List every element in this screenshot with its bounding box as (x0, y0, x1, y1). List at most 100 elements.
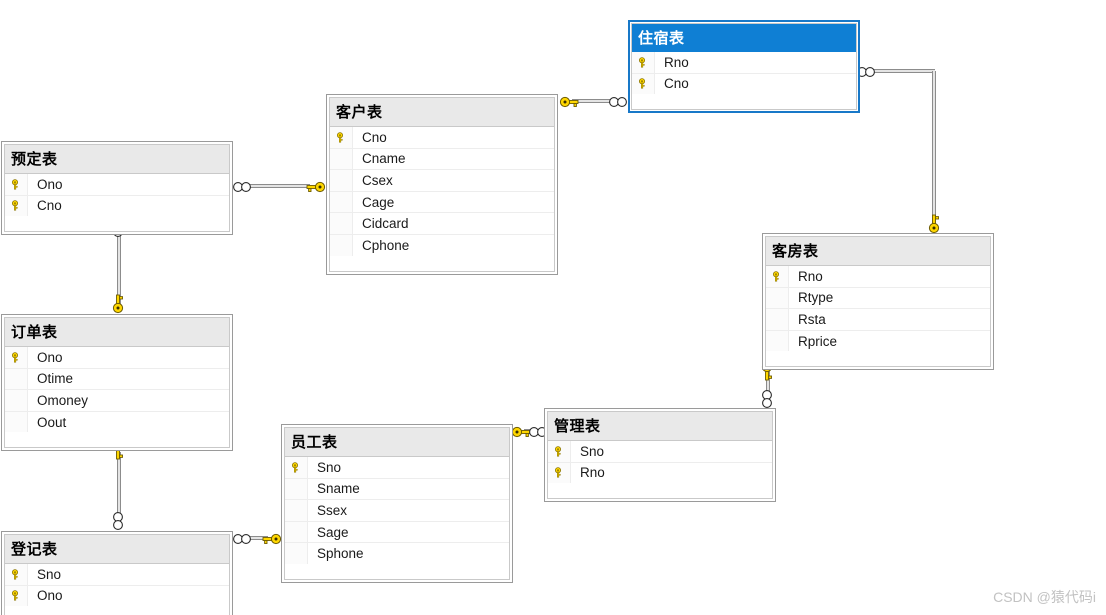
column-name: Sname (317, 481, 360, 497)
column-name: Rsta (798, 311, 826, 327)
table-row[interactable]: Rno (632, 52, 856, 74)
table-row[interactable]: Omoney (5, 390, 229, 412)
table-title[interactable]: 订单表 (5, 318, 229, 347)
table-title[interactable]: 住宿表 (632, 24, 856, 52)
table-row[interactable]: Cage (330, 191, 554, 214)
row-key-cell (548, 462, 571, 484)
column-name: Ono (37, 349, 63, 365)
table-row[interactable]: Rtype (766, 287, 990, 310)
row-key-cell (5, 347, 28, 368)
column-name: Rno (798, 268, 823, 284)
table-inner: 员工表 Sno Sname Ssex Sage Sphone (284, 427, 510, 580)
column-name: Otime (37, 371, 74, 387)
relationship-many-endpoint (113, 512, 123, 530)
row-key-cell (5, 411, 28, 433)
entity-table-kefang[interactable]: 客房表 Rno Rtype Rsta Rprice (762, 233, 994, 371)
primary-key-icon (11, 568, 18, 580)
column-name: Cphone (362, 237, 410, 253)
entity-table-dengji[interactable]: 登记表 Sno Ono (1, 531, 233, 615)
row-key-cell (766, 266, 789, 287)
primary-key-icon (638, 56, 645, 68)
row-key-cell (5, 368, 28, 390)
relationship-key-endpoint (928, 214, 940, 234)
row-key-cell (548, 441, 571, 462)
table-title[interactable]: 客房表 (766, 237, 990, 266)
column-name: Rprice (798, 333, 838, 349)
table-row[interactable]: Sno (5, 564, 229, 586)
table-columns: Rno Cno (632, 52, 856, 95)
diagram-canvas[interactable]: 住宿表 Rno Cno 客户表 Cno Cname Csex Cage Cidcard Cphon… (0, 0, 1106, 615)
table-columns: Cno Cname Csex Cage Cidcard Cphone (330, 127, 554, 256)
table-row[interactable]: Csex (330, 170, 554, 192)
table-row[interactable]: Sno (548, 441, 772, 463)
table-row[interactable]: Rprice (766, 330, 990, 352)
table-row[interactable]: Otime (5, 368, 229, 391)
row-key-cell (766, 330, 789, 352)
entity-table-dingdan[interactable]: 订单表 Ono Otime Omoney Oout (1, 314, 233, 452)
table-title[interactable]: 客户表 (330, 98, 554, 127)
table-columns: Ono Otime Omoney Oout (5, 347, 229, 433)
table-row[interactable]: Cno (632, 73, 856, 95)
column-name: Sphone (317, 546, 364, 562)
table-row[interactable]: Rsta (766, 309, 990, 331)
entity-table-yuangong[interactable]: 员工表 Sno Sname Ssex Sage Sphone (281, 424, 513, 583)
row-key-cell (5, 195, 28, 217)
table-row[interactable]: Rno (766, 266, 990, 288)
table-row[interactable]: Rno (548, 462, 772, 484)
table-row[interactable]: Ono (5, 347, 229, 369)
column-name: Cno (664, 76, 689, 92)
table-row[interactable]: Cno (330, 127, 554, 149)
column-name: Cno (37, 198, 62, 214)
column-name: Ono (37, 176, 63, 192)
table-row[interactable]: Cname (330, 148, 554, 171)
relationship-many-endpoint (233, 534, 251, 544)
row-key-cell (330, 234, 353, 256)
table-columns: Ono Cno (5, 174, 229, 217)
table-title[interactable]: 登记表 (5, 535, 229, 564)
relationship-line (932, 71, 936, 226)
column-name: Rtype (798, 290, 834, 306)
table-title[interactable]: 员工表 (285, 428, 509, 457)
table-row[interactable]: Cno (5, 195, 229, 217)
table-empty-area (632, 94, 856, 110)
column-name: Sno (580, 443, 605, 459)
table-empty-area (5, 606, 229, 615)
column-name: Oout (37, 414, 67, 430)
table-row[interactable]: Sage (285, 521, 509, 544)
table-row[interactable]: Ono (5, 174, 229, 196)
table-row[interactable]: Oout (5, 411, 229, 433)
entity-table-guanli[interactable]: 管理表 Sno Rno (544, 408, 776, 503)
table-empty-area (548, 483, 772, 499)
table-row[interactable]: Sname (285, 478, 509, 501)
row-key-cell (285, 478, 308, 500)
relationship-key-endpoint (306, 181, 326, 193)
table-title[interactable]: 预定表 (5, 145, 229, 174)
relationship-many-endpoint (762, 390, 772, 408)
column-name: Cidcard (362, 216, 409, 232)
table-row[interactable]: Ono (5, 585, 229, 607)
relationship-key-endpoint (559, 96, 579, 108)
table-row[interactable]: Ssex (285, 500, 509, 522)
row-key-cell (330, 213, 353, 234)
table-columns: Rno Rtype Rsta Rprice (766, 266, 990, 352)
table-row[interactable]: Sphone (285, 543, 509, 564)
table-row[interactable]: Cphone (330, 234, 554, 256)
table-row[interactable]: Cidcard (330, 213, 554, 235)
table-empty-area (285, 563, 509, 579)
table-title[interactable]: 管理表 (548, 412, 772, 441)
table-row[interactable]: Sno (285, 457, 509, 479)
row-key-cell (330, 170, 353, 191)
table-empty-area (330, 255, 554, 271)
entity-table-yuding[interactable]: 预定表 Ono Cno (1, 141, 233, 236)
relationship-many-endpoint (233, 182, 251, 192)
row-key-cell (330, 191, 353, 213)
row-key-cell (5, 585, 28, 607)
primary-key-icon (554, 445, 561, 457)
entity-table-kehu[interactable]: 客户表 Cno Cname Csex Cage Cidcard Cphone (326, 94, 558, 275)
entity-table-zhusu[interactable]: 住宿表 Rno Cno (628, 20, 860, 114)
column-name: Csex (362, 172, 393, 188)
table-inner: 客房表 Rno Rtype Rsta Rprice (765, 236, 991, 368)
relationship-key-endpoint (262, 533, 282, 545)
column-name: Ssex (317, 502, 348, 518)
table-empty-area (5, 432, 229, 448)
